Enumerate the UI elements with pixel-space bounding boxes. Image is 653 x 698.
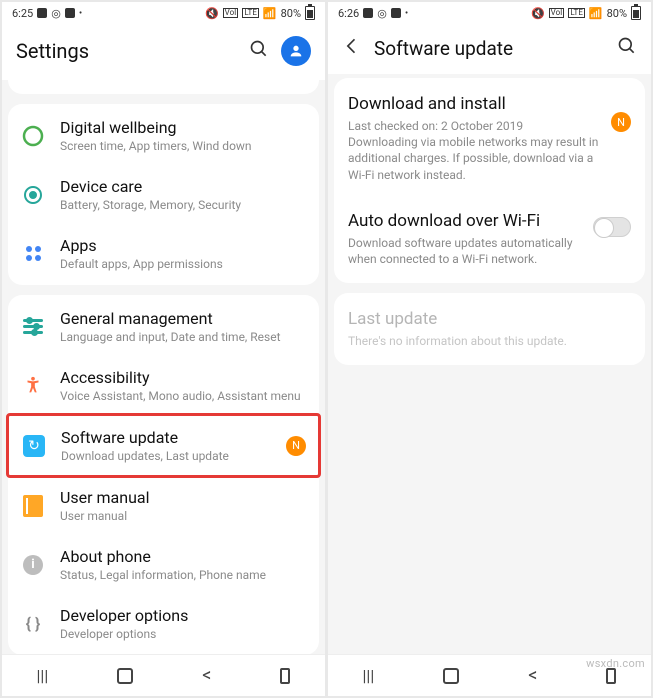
status-circle-icon: ◎ bbox=[377, 7, 387, 20]
item-last-update: Last update There's no information about… bbox=[334, 295, 645, 363]
status-more-icon: • bbox=[79, 8, 82, 19]
battery-icon bbox=[631, 6, 641, 20]
status-time: 6:26 bbox=[338, 7, 359, 20]
status-more-icon: • bbox=[405, 8, 408, 19]
update-content: Download and install Last checked on: 2 … bbox=[328, 74, 651, 654]
item-sub: Default apps, App permissions bbox=[60, 257, 307, 271]
settings-item-device-care[interactable]: Device care Battery, Storage, Memory, Se… bbox=[8, 165, 319, 224]
item-sub: User manual bbox=[60, 509, 307, 523]
update-group-1: Download and install Last checked on: 2 … bbox=[334, 78, 645, 283]
status-app-icon-2 bbox=[391, 8, 401, 18]
signal-icon: 📶 bbox=[263, 7, 277, 20]
nav-recent-icon[interactable]: ||| bbox=[37, 666, 49, 685]
device-care-icon bbox=[20, 182, 46, 208]
item-title: Download and install bbox=[348, 94, 601, 114]
mute-icon: 🔇 bbox=[205, 7, 219, 20]
software-update-header: Software update bbox=[328, 24, 651, 74]
search-icon[interactable] bbox=[249, 39, 269, 63]
item-title: Software update bbox=[61, 428, 272, 447]
item-download-install[interactable]: Download and install Last checked on: 2 … bbox=[334, 80, 645, 197]
settings-item-about-phone[interactable]: i About phone Status, Legal information,… bbox=[8, 535, 319, 594]
watermark-text: wsxdn.com bbox=[586, 657, 645, 670]
item-title: Apps bbox=[60, 236, 307, 255]
item-note: Downloading via mobile networks may resu… bbox=[348, 134, 601, 183]
item-title: About phone bbox=[60, 547, 307, 566]
item-sub: Download updates, Last update bbox=[61, 449, 272, 463]
account-avatar-icon[interactable] bbox=[281, 36, 311, 66]
item-title: User manual bbox=[60, 488, 307, 507]
nav-home-icon[interactable] bbox=[443, 668, 459, 684]
about-phone-icon: i bbox=[20, 552, 46, 578]
item-title: General management bbox=[60, 309, 307, 328]
volte-icon-2: VoI bbox=[549, 8, 565, 18]
item-title: Device care bbox=[60, 177, 307, 196]
settings-item-general-management[interactable]: General management Language and input, D… bbox=[8, 297, 319, 356]
settings-item-apps[interactable]: Apps Default apps, App permissions bbox=[8, 224, 319, 283]
item-sub: Language and input, Date and time, Reset bbox=[60, 330, 307, 344]
battery-text: 80% bbox=[607, 7, 627, 20]
page-title: Settings bbox=[16, 39, 237, 63]
settings-list: Digital wellbeing Screen time, App timer… bbox=[2, 80, 325, 654]
phone-right-software-update: 6:26 ◎ • 🔇 VoI LTE 📶 80% Software update bbox=[328, 2, 651, 696]
accessibility-icon bbox=[20, 373, 46, 399]
item-title: Last update bbox=[348, 309, 631, 329]
apps-icon bbox=[20, 241, 46, 267]
item-sub: Developer options bbox=[60, 627, 307, 641]
search-icon[interactable] bbox=[617, 36, 637, 60]
general-management-icon bbox=[20, 314, 46, 340]
nav-extra-icon[interactable] bbox=[280, 668, 290, 684]
item-auto-download[interactable]: Auto download over Wi-Fi Download softwa… bbox=[334, 197, 645, 281]
notification-badge: N bbox=[611, 112, 631, 132]
volte-icon-1: VoI bbox=[223, 8, 239, 18]
status-app-icon-2 bbox=[65, 8, 75, 18]
signal-icon: 📶 bbox=[589, 7, 603, 20]
user-manual-icon bbox=[20, 493, 46, 519]
software-update-icon: ↻ bbox=[21, 433, 47, 459]
nav-recent-icon[interactable]: ||| bbox=[363, 666, 375, 685]
item-title: Digital wellbeing bbox=[60, 118, 307, 137]
status-bar: 6:26 ◎ • 🔇 VoI LTE 📶 80% bbox=[328, 2, 651, 24]
item-sub: Voice Assistant, Mono audio, Assistant m… bbox=[60, 389, 307, 403]
settings-group-2: General management Language and input, D… bbox=[8, 295, 319, 654]
item-title: Developer options bbox=[60, 606, 307, 625]
status-app-icon bbox=[37, 8, 47, 18]
back-icon[interactable] bbox=[342, 36, 362, 60]
settings-item-user-manual[interactable]: User manual User manual bbox=[8, 476, 319, 535]
phone-left-settings: 6:25 ◎ • 🔇 VoI LTE 📶 80% Settings bbox=[2, 2, 325, 696]
settings-item-software-update[interactable]: ↻ Software update Download updates, Last… bbox=[6, 413, 321, 478]
lte-icon-2: LTE bbox=[568, 8, 585, 18]
item-sub: Status, Legal information, Phone name bbox=[60, 568, 307, 582]
item-sub: Battery, Storage, Memory, Security bbox=[60, 198, 307, 212]
mute-icon: 🔇 bbox=[531, 7, 545, 20]
settings-item-digital-wellbeing[interactable]: Digital wellbeing Screen time, App timer… bbox=[8, 106, 319, 165]
status-bar: 6:25 ◎ • 🔇 VoI LTE 📶 80% bbox=[2, 2, 325, 24]
item-note: Download software updates automatically … bbox=[348, 235, 583, 267]
digital-wellbeing-icon bbox=[20, 123, 46, 149]
nav-bar: ||| < bbox=[2, 654, 325, 696]
item-note: There's no information about this update… bbox=[348, 333, 631, 349]
item-title: Auto download over Wi-Fi bbox=[348, 211, 583, 231]
status-time: 6:25 bbox=[12, 7, 33, 20]
auto-download-toggle[interactable] bbox=[593, 217, 631, 237]
developer-options-icon: { } bbox=[20, 611, 46, 637]
page-title: Software update bbox=[374, 37, 605, 60]
notification-badge: N bbox=[286, 436, 306, 456]
partial-card bbox=[8, 80, 319, 94]
item-checked: Last checked on: 2 October 2019 bbox=[348, 118, 601, 134]
nav-back-icon[interactable]: < bbox=[528, 665, 537, 686]
item-title: Accessibility bbox=[60, 368, 307, 387]
status-app-icon bbox=[363, 8, 373, 18]
update-group-2: Last update There's no information about… bbox=[334, 293, 645, 365]
nav-back-icon[interactable]: < bbox=[202, 665, 211, 686]
lte-icon-1: LTE bbox=[242, 8, 259, 18]
status-circle-icon: ◎ bbox=[51, 7, 61, 20]
item-sub: Screen time, App timers, Wind down bbox=[60, 139, 307, 153]
settings-item-developer-options[interactable]: { } Developer options Developer options bbox=[8, 594, 319, 653]
settings-group-1: Digital wellbeing Screen time, App timer… bbox=[8, 104, 319, 285]
battery-icon bbox=[305, 6, 315, 20]
battery-text: 80% bbox=[281, 7, 301, 20]
settings-header: Settings bbox=[2, 24, 325, 80]
nav-home-icon[interactable] bbox=[117, 668, 133, 684]
settings-item-accessibility[interactable]: Accessibility Voice Assistant, Mono audi… bbox=[8, 356, 319, 415]
